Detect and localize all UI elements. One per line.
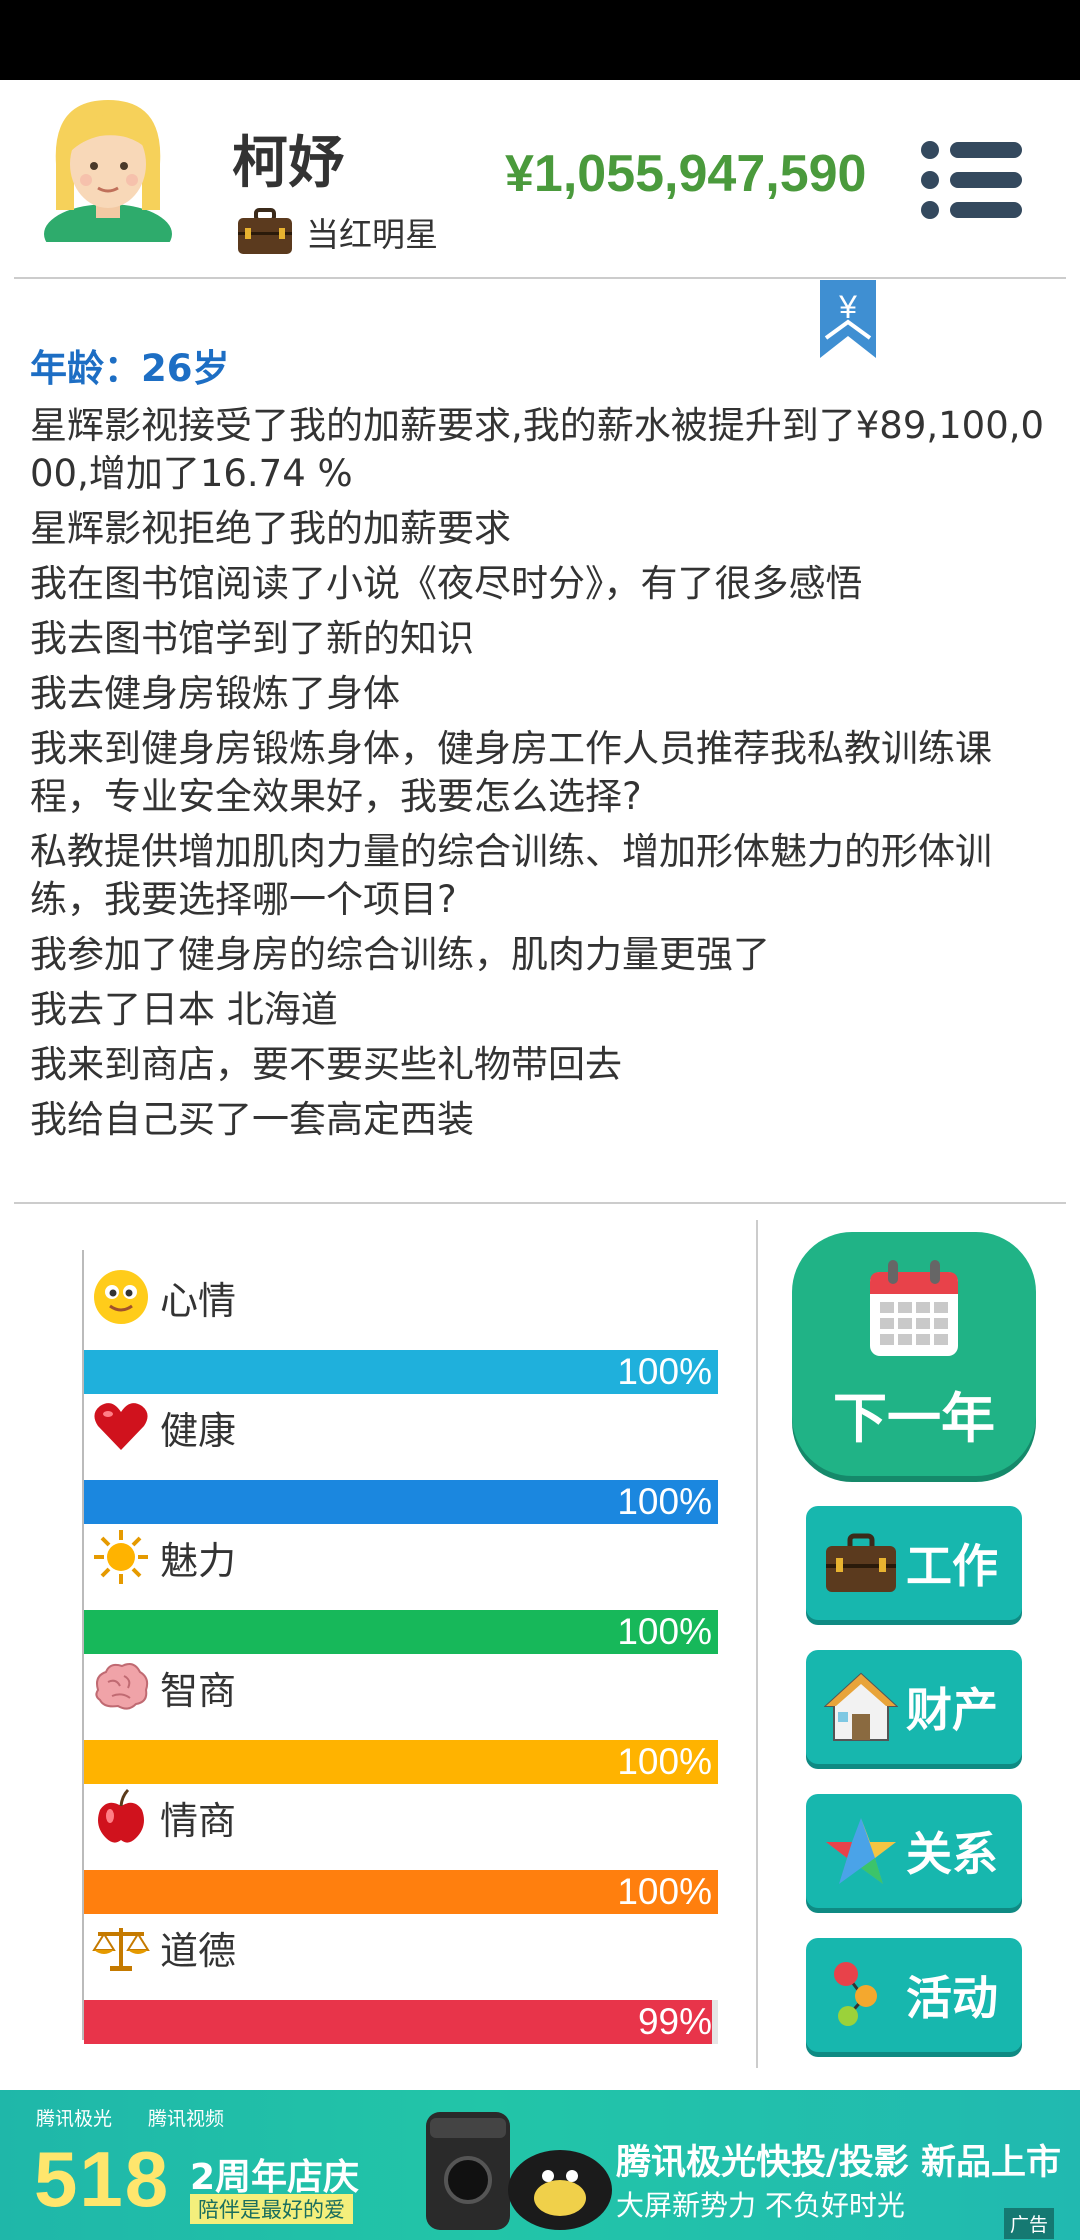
stat-percent: 100%: [617, 1351, 712, 1392]
house-icon: [824, 1672, 898, 1741]
smiley-icon: [94, 1270, 148, 1324]
activity-dots-icon: [834, 1962, 877, 2026]
ad-headline: 腾讯极光快投/投影 新品上市: [616, 2143, 1061, 2183]
heart-icon: [94, 1403, 148, 1450]
avatar[interactable]: [38, 92, 178, 242]
star-icon: [826, 1818, 896, 1884]
scales-icon: [92, 1928, 150, 1971]
stat-bar: 100%: [84, 1740, 718, 1784]
relationship-button[interactable]: 关系: [806, 1794, 1022, 1908]
header-divider: [14, 277, 1066, 279]
relationship-label: 关系: [906, 1827, 998, 1881]
ad-tag: 广告: [1004, 2208, 1055, 2239]
stat-charm: 魅力 100%: [84, 1526, 718, 1654]
activity-label: 活动: [906, 1971, 998, 2025]
property-label: 财产: [906, 1683, 998, 1737]
ad-brand: 腾讯视频: [148, 2108, 225, 2130]
log-entry: 我去了日本 北海道: [30, 988, 338, 1031]
log-entry: 我去图书馆学到了新的知识: [30, 617, 474, 660]
stat-morality: 道德 99%: [84, 1916, 718, 2044]
character-name: 柯妤: [232, 131, 344, 196]
log-entry: 我在图书馆阅读了小说《夜尽时分》，有了很多感悟: [30, 562, 863, 605]
stat-label: 道德: [160, 1928, 237, 1973]
stat-bar: 100%: [84, 1870, 718, 1914]
stat-label: 智商: [160, 1668, 237, 1713]
ad-banner[interactable]: 腾讯极光 腾讯视频 518 2周年店庆 陪伴是最好的爱 腾讯极光快投/投影 新品…: [0, 2090, 1080, 2240]
stat-bar: 100%: [84, 1610, 718, 1654]
stat-label: 健康: [160, 1408, 237, 1453]
log-entry: 星辉影视拒绝了我的加薪要求: [30, 507, 511, 550]
stat-bar: 100%: [84, 1350, 718, 1394]
log-entry: 星辉影视接受了我的加薪要求,我的薪水被提升到了¥89,100,000,增加了16…: [30, 404, 1045, 495]
stat-label: 情商: [160, 1798, 237, 1843]
sun-icon: [94, 1530, 148, 1584]
property-button[interactable]: 财产: [806, 1650, 1022, 1764]
life-log: 年龄：26岁 星辉影视接受了我的加薪要求,我的薪水被提升到了¥89,100,00…: [30, 344, 1060, 1151]
stat-bar: 100%: [84, 1480, 718, 1524]
projector-image: [426, 2112, 612, 2230]
stat-label: 心情: [160, 1278, 237, 1323]
stat-label: 魅力: [160, 1538, 237, 1583]
work-button[interactable]: 工作: [806, 1506, 1022, 1620]
stat-percent: 99%: [637, 2001, 712, 2042]
work-label: 工作: [906, 1539, 998, 1593]
ad-subline: 大屏新势力 不负好时光: [616, 2189, 905, 2222]
status-bar: [0, 0, 1080, 80]
ad-brands: 腾讯极光 腾讯视频: [36, 2104, 224, 2131]
next-year-button[interactable]: 下一年: [792, 1232, 1036, 1476]
next-year-label: 下一年: [833, 1387, 995, 1450]
brain-icon: [95, 1663, 149, 1710]
stat-percent: 100%: [617, 1871, 712, 1912]
stat-percent: 100%: [617, 1481, 712, 1522]
stat-eq: 情商 100%: [84, 1786, 718, 1914]
money-balance: ¥1,055,947,590: [505, 145, 867, 203]
svg-text:¥: ¥: [838, 289, 857, 325]
log-entry: 我给自己买了一套高定西装: [30, 1098, 474, 1141]
stat-health: 健康 100%: [84, 1396, 718, 1524]
stat-mood: 心情 100%: [84, 1266, 718, 1394]
log-entry: 我去健身房锻炼了身体: [30, 672, 400, 715]
stat-percent: 100%: [617, 1741, 712, 1782]
log-entry: 我参加了健身房的综合训练，肌肉力量更强了: [30, 933, 770, 976]
menu-icon[interactable]: [918, 138, 1024, 222]
stat-iq: 智商 100%: [84, 1656, 718, 1784]
ad-brand: 腾讯极光: [36, 2108, 113, 2130]
age-label: 年龄：26岁: [30, 347, 230, 390]
stat-bar-fill: [84, 2000, 712, 2044]
job-info: 当红明星: [236, 208, 438, 256]
ad-number: 518: [34, 2135, 171, 2223]
stat-percent: 100%: [617, 1611, 712, 1652]
briefcase-icon: [826, 1533, 896, 1592]
briefcase-icon: [238, 208, 292, 254]
log-divider: [14, 1202, 1066, 1204]
log-entry: 私教提供增加肌肉力量的综合训练、增加形体魅力的形体训练，我要选择哪一个项目?: [30, 830, 992, 921]
profile-header: 柯妤 当红明星 ¥1,055,947,590: [0, 80, 1080, 278]
job-title: 当红明星: [306, 215, 438, 254]
stat-bar: 99%: [84, 2000, 718, 2044]
panel-separator: [756, 1220, 758, 2068]
apple-icon: [98, 1788, 144, 1843]
stats-panel: 心情 100% 健康 100% 魅力 100% 智商 100% 情商 100% …: [82, 1250, 724, 2044]
calendar-icon: [870, 1260, 958, 1356]
log-entry: 我来到健身房锻炼身体，健身房工作人员推荐我私教训练课程，专业安全效果好，我要怎么…: [30, 727, 992, 818]
ad-anniversary-sub: 陪伴是最好的爱: [190, 2194, 353, 2224]
activity-button[interactable]: 活动: [806, 1938, 1022, 2052]
log-entry: 我来到商店，要不要买些礼物带回去: [30, 1043, 622, 1086]
ad-anniversary: 2周年店庆: [190, 2157, 360, 2198]
